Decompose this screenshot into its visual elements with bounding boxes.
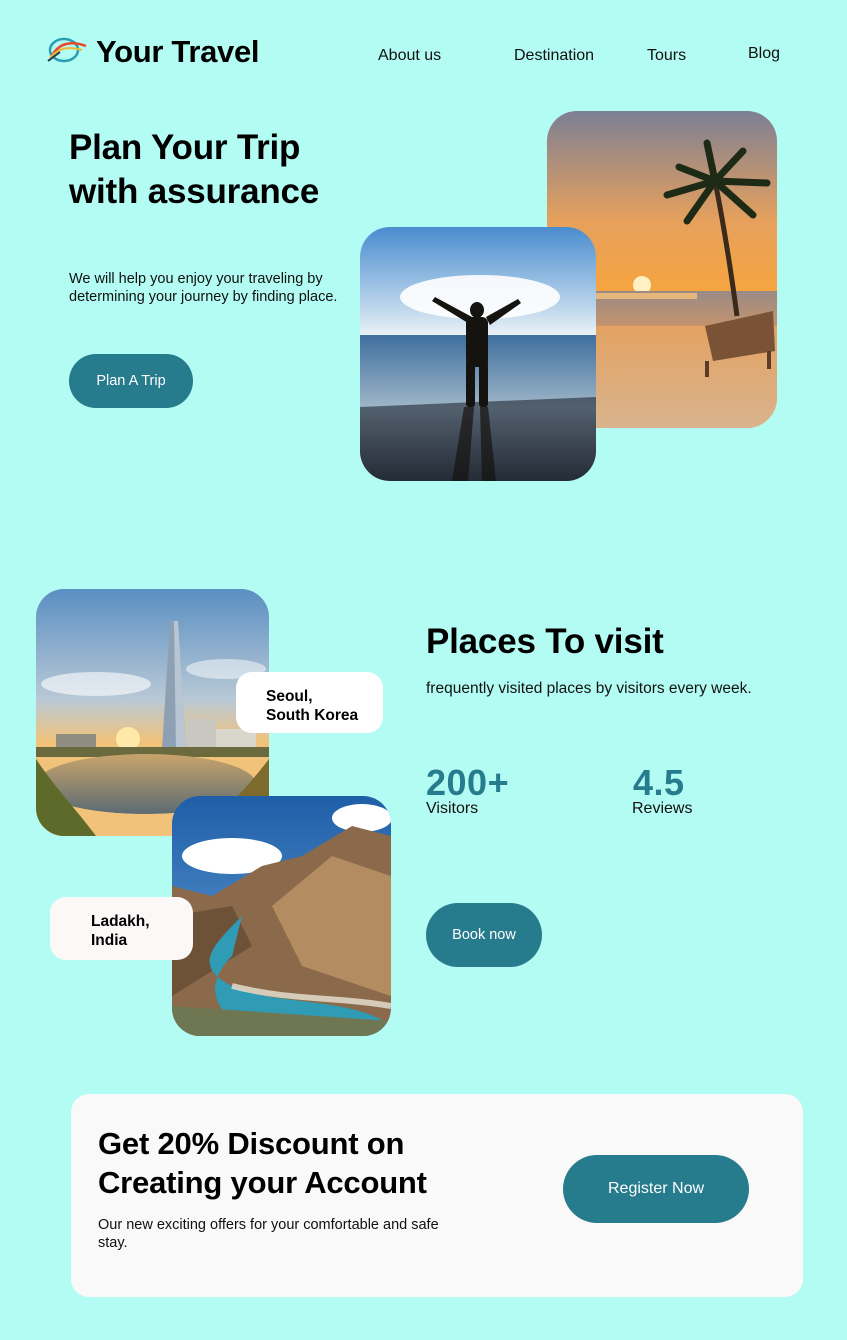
man-on-beach-image	[360, 227, 596, 481]
register-now-button[interactable]: Register Now	[563, 1155, 749, 1223]
places-subtitle: frequently visited places by visitors ev…	[426, 680, 752, 697]
seoul-location-label: Seoul, South Korea	[266, 688, 359, 724]
brand-name[interactable]: Your Travel	[96, 34, 260, 70]
ladakh-location-label: Ladakh, India	[91, 913, 150, 949]
hero-title: Plan Your Trip with assurance	[69, 128, 320, 211]
nav-about-us[interactable]: About us	[378, 47, 441, 65]
ladakh-location-tag: Ladakh, India	[50, 897, 193, 960]
nav-blog[interactable]: Blog	[748, 45, 780, 63]
plan-a-trip-button[interactable]: Plan A Trip	[69, 354, 193, 408]
book-now-button[interactable]: Book now	[426, 903, 542, 967]
discount-subtitle: Our new exciting offers for your comfort…	[98, 1217, 439, 1251]
nav-tours[interactable]: Tours	[647, 47, 686, 65]
reviews-label: Reviews	[632, 800, 693, 817]
seoul-location-tag: Seoul, South Korea	[236, 672, 383, 733]
ladakh-image	[172, 796, 391, 1036]
hero-subtitle: We will help you enjoy your traveling by…	[69, 271, 338, 305]
reviews-rating: 4.5	[633, 762, 685, 803]
visitors-label: Visitors	[426, 800, 479, 817]
visitors-count: 200+	[426, 762, 510, 803]
discount-title: Get 20% Discount on Creating your Accoun…	[98, 1126, 427, 1200]
nav-destination[interactable]: Destination	[514, 47, 594, 65]
places-title: Places To visit	[426, 622, 664, 661]
logo-icon	[46, 34, 88, 64]
